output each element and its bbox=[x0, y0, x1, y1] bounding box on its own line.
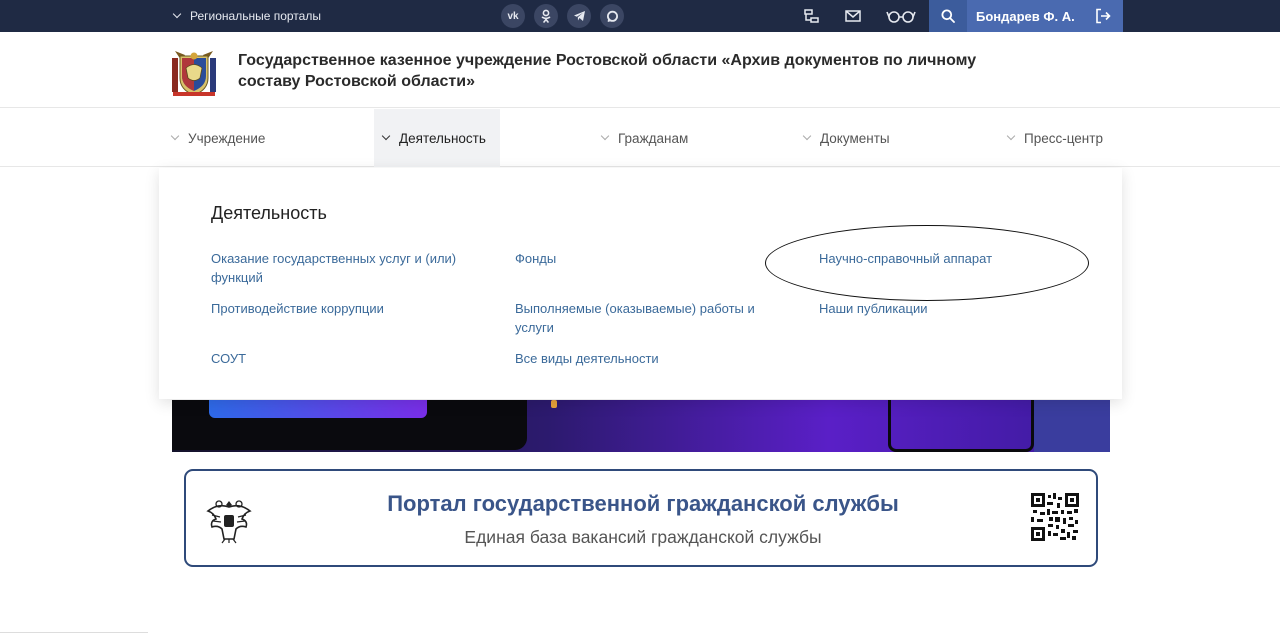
sitemap-icon[interactable] bbox=[803, 8, 819, 24]
nav-item-label: Документы bbox=[820, 130, 890, 146]
search-icon bbox=[941, 9, 955, 23]
user-menu[interactable]: Бондарев Ф. А. bbox=[967, 0, 1123, 32]
link-funds[interactable]: Фонды bbox=[515, 249, 556, 268]
max-messenger-icon[interactable] bbox=[600, 4, 624, 28]
link-public-services[interactable]: Оказание государственных услуг и (или) ф… bbox=[211, 249, 471, 287]
nav-item-activity[interactable]: Деятельность bbox=[374, 109, 500, 167]
vk-icon[interactable]: vk bbox=[501, 4, 525, 28]
nav-item-press-center[interactable]: Пресс-центр bbox=[1006, 109, 1103, 167]
qr-code-icon bbox=[1031, 493, 1079, 541]
banner-device-image bbox=[888, 400, 1034, 452]
accessibility-glasses-icon[interactable] bbox=[886, 8, 916, 24]
logout-icon[interactable] bbox=[1095, 8, 1111, 27]
chevron-down-icon bbox=[600, 131, 610, 141]
chevron-down-icon bbox=[172, 9, 182, 19]
promo-banner[interactable] bbox=[172, 400, 1110, 452]
organization-title: Государственное казенное учреждение Рост… bbox=[238, 52, 977, 90]
banner-button-image bbox=[209, 400, 427, 418]
nav-item-label: Гражданам bbox=[618, 130, 689, 146]
link-all-activities[interactable]: Все виды деятельности bbox=[515, 349, 659, 368]
nav-item-label: Пресс-центр bbox=[1024, 130, 1103, 146]
chevron-down-icon bbox=[1006, 131, 1016, 141]
nav-item-label: Деятельность bbox=[399, 130, 486, 146]
dropdown-title: Деятельность bbox=[211, 203, 327, 223]
chevron-down-icon bbox=[170, 131, 180, 141]
telegram-icon[interactable] bbox=[567, 4, 591, 28]
chevron-down-icon bbox=[381, 131, 391, 141]
regional-portals-label: Региональные порталы bbox=[190, 9, 321, 23]
link-sout[interactable]: СОУТ bbox=[211, 349, 246, 368]
civil-service-portal-banner[interactable]: Портал государственной гражданской служб… bbox=[184, 469, 1098, 567]
mail-icon[interactable] bbox=[845, 8, 861, 24]
link-our-publications[interactable]: Наши публикации bbox=[819, 299, 928, 318]
nav-item-institution[interactable]: Учреждение bbox=[170, 109, 266, 167]
link-works-and-services[interactable]: Выполняемые (оказываемые) работы и услуг… bbox=[515, 299, 779, 337]
regional-portals-toggle[interactable]: Региональные порталы bbox=[172, 0, 321, 32]
banner-decoration bbox=[1034, 400, 1110, 452]
nav-item-label: Учреждение bbox=[188, 130, 266, 146]
activity-dropdown-menu: Деятельность Оказание государственных ус… bbox=[159, 168, 1122, 399]
search-button[interactable] bbox=[929, 0, 967, 32]
banner-decoration bbox=[551, 400, 557, 408]
portal-subtitle: Единая база вакансий гражданской службы bbox=[464, 527, 822, 547]
rostov-region-emblem-logo[interactable] bbox=[171, 48, 217, 98]
chevron-down-icon bbox=[802, 131, 812, 141]
nav-item-citizens[interactable]: Гражданам bbox=[600, 109, 689, 167]
user-name: Бондарев Ф. А. bbox=[976, 8, 1075, 24]
nav-item-documents[interactable]: Документы bbox=[802, 109, 890, 167]
odnoklassniki-icon[interactable] bbox=[534, 4, 558, 28]
link-reference-apparatus[interactable]: Научно-справочный аппарат bbox=[819, 249, 992, 268]
link-anti-corruption[interactable]: Противодействие коррупции bbox=[211, 299, 384, 318]
divider bbox=[0, 632, 148, 633]
portal-title: Портал государственной гражданской служб… bbox=[387, 491, 899, 516]
